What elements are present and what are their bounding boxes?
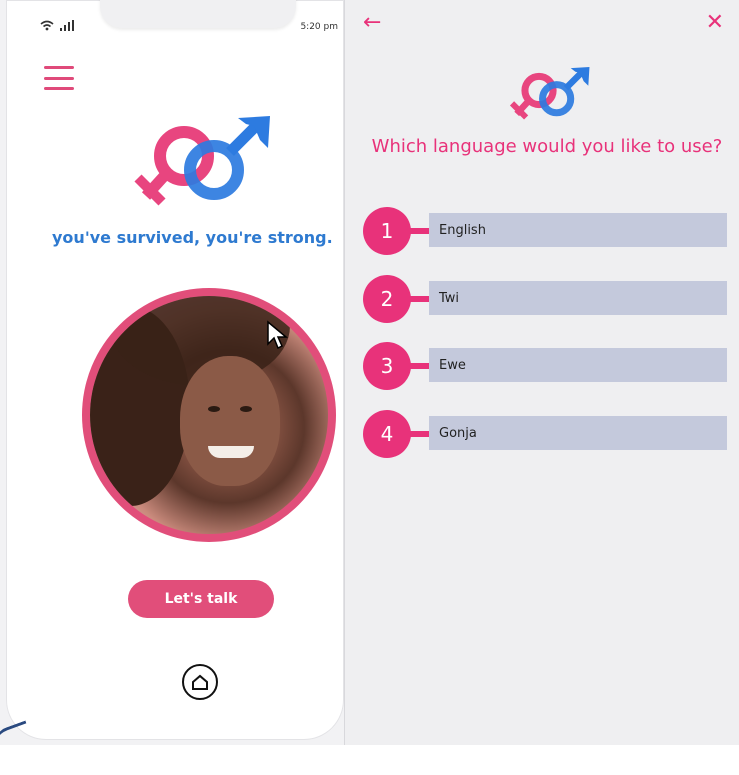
- avatar-photo: [90, 296, 328, 534]
- close-icon[interactable]: ✕: [706, 12, 724, 34]
- home-icon: [192, 674, 208, 690]
- language-option[interactable]: 4 Gonja: [363, 410, 729, 458]
- option-number-badge: 2: [363, 275, 411, 323]
- wifi-icon: [40, 20, 54, 31]
- app-stage: 5:20 pm you've survived, you're strong.: [0, 0, 739, 775]
- option-connector: [409, 363, 431, 369]
- option-connector: [409, 228, 431, 234]
- option-connector: [409, 296, 431, 302]
- option-label[interactable]: Twi: [429, 281, 727, 315]
- home-button[interactable]: [182, 664, 218, 700]
- option-number-badge: 1: [363, 207, 411, 255]
- language-panel: ← ✕ Which language would you like to use…: [344, 0, 739, 745]
- phone-screen: 5:20 pm you've survived, you're strong.: [6, 0, 344, 740]
- option-label[interactable]: English: [429, 213, 727, 247]
- option-label[interactable]: Ewe: [429, 348, 727, 382]
- status-bar-icons: [40, 20, 74, 31]
- language-option[interactable]: 3 Ewe: [363, 342, 729, 390]
- language-option[interactable]: 1 English: [363, 207, 729, 255]
- lets-talk-button[interactable]: Let's talk: [128, 580, 274, 618]
- tagline-text: you've survived, you're strong.: [52, 228, 333, 247]
- language-option[interactable]: 2 Twi: [363, 275, 729, 323]
- status-time: 5:20 pm: [300, 22, 338, 32]
- language-question: Which language would you like to use?: [371, 136, 723, 157]
- option-connector: [409, 431, 431, 437]
- signal-icon: [60, 20, 74, 31]
- gender-symbols-logo: [134, 116, 270, 206]
- avatar-ring: [82, 288, 336, 542]
- option-label[interactable]: Gonja: [429, 416, 727, 450]
- gender-symbols-logo-small: [509, 67, 590, 120]
- back-arrow-icon[interactable]: ←: [363, 12, 381, 34]
- option-number-badge: 4: [363, 410, 411, 458]
- option-number-badge: 3: [363, 342, 411, 390]
- hamburger-menu-icon[interactable]: [44, 66, 74, 90]
- phone-notch: [100, 0, 296, 28]
- mouse-pointer-icon: [267, 320, 289, 350]
